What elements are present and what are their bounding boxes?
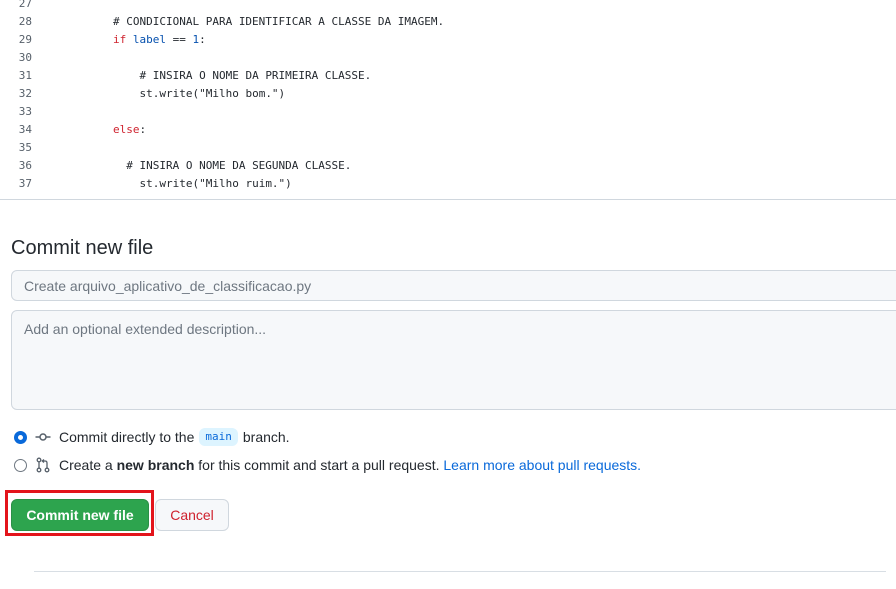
code-text: # INSIRA O NOME DA SEGUNDA CLASSE.: [60, 157, 351, 175]
line-number: 33: [18, 105, 32, 118]
code-text: # INSIRA O NOME DA PRIMEIRA CLASSE.: [60, 67, 371, 85]
code-line: 29 if label == 1:: [0, 31, 896, 49]
code-token: st.write("Milho bom."): [139, 87, 286, 100]
commit-direct-option[interactable]: Commit directly to the main branch.: [14, 427, 290, 447]
code-text: st.write("Milho bom."): [60, 85, 285, 103]
git-pull-request-icon: [36, 457, 50, 473]
commit-description-textarea[interactable]: [11, 310, 896, 410]
new-branch-label-middle: for this commit and start a pull request…: [198, 457, 440, 473]
code-token: st.write("Milho ruim."): [139, 177, 292, 190]
new-branch-option[interactable]: Create a new branch for this commit and …: [14, 455, 641, 475]
commit-direct-radio[interactable]: [14, 430, 27, 444]
code-token: :: [199, 33, 206, 46]
code-line: 34 else:: [0, 121, 896, 139]
code-token: # INSIRA O NOME DA SEGUNDA CLASSE.: [126, 159, 352, 172]
code-viewer: 27 28 # CONDICIONAL PARA IDENTIFICAR A CL…: [0, 0, 896, 200]
code-line: 37 st.write("Milho ruim."): [0, 175, 896, 193]
line-number: 31: [18, 69, 32, 82]
code-token: else: [112, 123, 140, 136]
code-line: 30: [0, 49, 896, 67]
line-number: 37: [18, 177, 32, 190]
code-line: 28 # CONDICIONAL PARA IDENTIFICAR A CLAS…: [0, 13, 896, 31]
commit-summary-input[interactable]: [11, 270, 896, 301]
divider: [34, 571, 886, 572]
new-branch-radio[interactable]: [14, 458, 27, 472]
code-token: :: [139, 123, 147, 136]
code-text: st.write("Milho ruim."): [60, 175, 292, 193]
line-number: 36: [18, 159, 32, 172]
commit-direct-suffix: branch.: [242, 429, 290, 445]
line-number: 35: [18, 141, 32, 154]
code-line: 31 # INSIRA O NOME DA PRIMEIRA CLASSE.: [0, 67, 896, 85]
code-token: # CONDICIONAL PARA IDENTIFICAR A CLASSE …: [112, 15, 445, 28]
line-number: 27: [18, 0, 32, 10]
code-line: 36 # INSIRA O NOME DA SEGUNDA CLASSE.: [0, 157, 896, 175]
line-number: 34: [18, 123, 32, 136]
new-branch-label-prefix: Create a: [59, 457, 113, 473]
code-text: else:: [60, 121, 146, 139]
code-token: if: [112, 33, 127, 46]
code-text: if label == 1:: [60, 31, 206, 49]
new-branch-label-bold: new branch: [116, 457, 195, 473]
code-line: 32 st.write("Milho bom."): [0, 85, 896, 103]
commit-direct-label: Commit directly to the: [59, 429, 195, 445]
code-text: # CONDICIONAL PARA IDENTIFICAR A CLASSE …: [60, 13, 444, 31]
code-token: label: [132, 33, 166, 46]
code-token: ==: [165, 33, 193, 46]
code-line: 35: [0, 139, 896, 157]
code-line: 27: [0, 0, 896, 13]
commit-title: Commit new file: [11, 237, 154, 259]
code-token: # INSIRA O NOME DA PRIMEIRA CLASSE.: [139, 69, 372, 82]
line-number: 30: [18, 51, 32, 64]
git-commit-icon: [35, 433, 51, 441]
branch-name-badge: main: [199, 428, 238, 446]
line-number: 32: [18, 87, 32, 100]
cancel-button[interactable]: Cancel: [155, 499, 229, 531]
commit-new-file-button[interactable]: Commit new file: [11, 499, 149, 531]
code-line: 33: [0, 103, 896, 121]
line-number: 28: [18, 15, 32, 28]
line-number: 29: [18, 33, 32, 46]
learn-more-pull-requests-link[interactable]: Learn more about pull requests.: [443, 457, 641, 473]
